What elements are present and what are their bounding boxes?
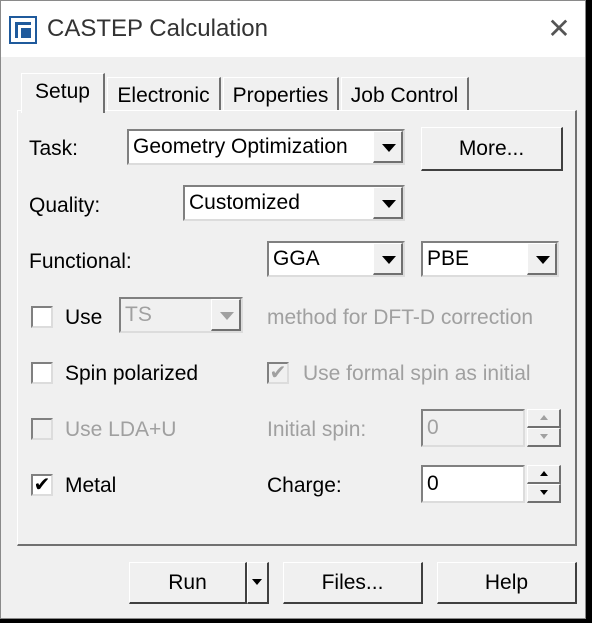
window-title: CASTEP Calculation (47, 15, 268, 42)
chevron-down-icon[interactable] (527, 243, 557, 275)
more-button[interactable]: More... (421, 127, 563, 171)
initial-spin-label: Initial spin: (267, 418, 367, 441)
help-button[interactable]: Help (437, 562, 577, 604)
quality-select[interactable]: Customized (183, 185, 405, 221)
files-button[interactable]: Files... (283, 562, 423, 604)
initial-spin-input[interactable]: 0 (421, 409, 525, 447)
tab-job-control-label: Job Control (350, 84, 459, 107)
charge-value: 0 (427, 472, 439, 495)
formal-spin-checkbox[interactable]: ✔ (267, 362, 289, 384)
chevron-down-icon[interactable] (373, 131, 403, 163)
spin-polarized-checkbox[interactable] (31, 362, 53, 384)
run-button[interactable]: Run (129, 562, 247, 604)
tab-setup[interactable]: Setup (21, 73, 105, 113)
chevron-down-icon[interactable] (373, 243, 403, 275)
tab-job-control[interactable]: Job Control (341, 77, 469, 113)
quality-label: Quality: (29, 194, 101, 217)
tab-electronic[interactable]: Electronic (107, 77, 221, 113)
dftd-suffix-label: method for DFT-D correction (267, 306, 534, 329)
task-value: Geometry Optimization (133, 135, 348, 158)
functional-label: Functional: (29, 250, 132, 273)
chevron-down-icon[interactable] (373, 187, 403, 219)
dftd-method-value: TS (125, 303, 152, 326)
close-icon[interactable]: ✕ (541, 13, 577, 45)
check-icon: ✔ (33, 474, 51, 496)
tab-properties[interactable]: Properties (223, 77, 339, 113)
metal-label: Metal (65, 474, 117, 497)
tab-electronic-label: Electronic (117, 84, 210, 107)
use-dftd-checkbox[interactable] (31, 306, 53, 328)
spin-down-icon (527, 428, 561, 447)
spin-up-icon (527, 409, 561, 428)
lda-u-label: Use LDA+U (65, 418, 177, 441)
functional-variant-select[interactable]: PBE (421, 241, 559, 277)
task-select[interactable]: Geometry Optimization (127, 129, 405, 165)
formal-spin-label: Use formal spin as initial (303, 362, 531, 385)
app-icon (9, 16, 37, 44)
metal-checkbox[interactable]: ✔ (31, 474, 53, 496)
tab-setup-label: Setup (35, 80, 90, 103)
charge-stepper[interactable] (527, 465, 561, 503)
dftd-method-select[interactable]: TS (119, 297, 243, 333)
castep-dialog: CASTEP Calculation ✕ Setup Electronic Pr… (0, 0, 586, 619)
spin-down-icon[interactable] (527, 484, 561, 503)
initial-spin-stepper[interactable] (527, 409, 561, 447)
chevron-down-icon (252, 579, 262, 585)
charge-input[interactable]: 0 (421, 465, 525, 503)
initial-spin-value: 0 (427, 416, 439, 439)
functional-variant-value: PBE (427, 247, 470, 270)
tab-properties-label: Properties (232, 84, 329, 107)
functional-select[interactable]: GGA (267, 241, 405, 277)
spin-polarized-label: Spin polarized (65, 362, 199, 385)
functional-value: GGA (273, 247, 320, 270)
spin-up-icon[interactable] (527, 465, 561, 484)
use-label: Use (65, 306, 103, 329)
task-label: Task: (29, 137, 79, 160)
quality-value: Customized (189, 191, 300, 214)
title-bar[interactable]: CASTEP Calculation ✕ (1, 1, 585, 57)
check-icon: ✔ (269, 362, 287, 384)
charge-label: Charge: (267, 474, 342, 497)
chevron-down-icon (211, 299, 241, 331)
lda-u-checkbox[interactable] (31, 418, 53, 440)
run-menu-button[interactable] (247, 562, 269, 604)
